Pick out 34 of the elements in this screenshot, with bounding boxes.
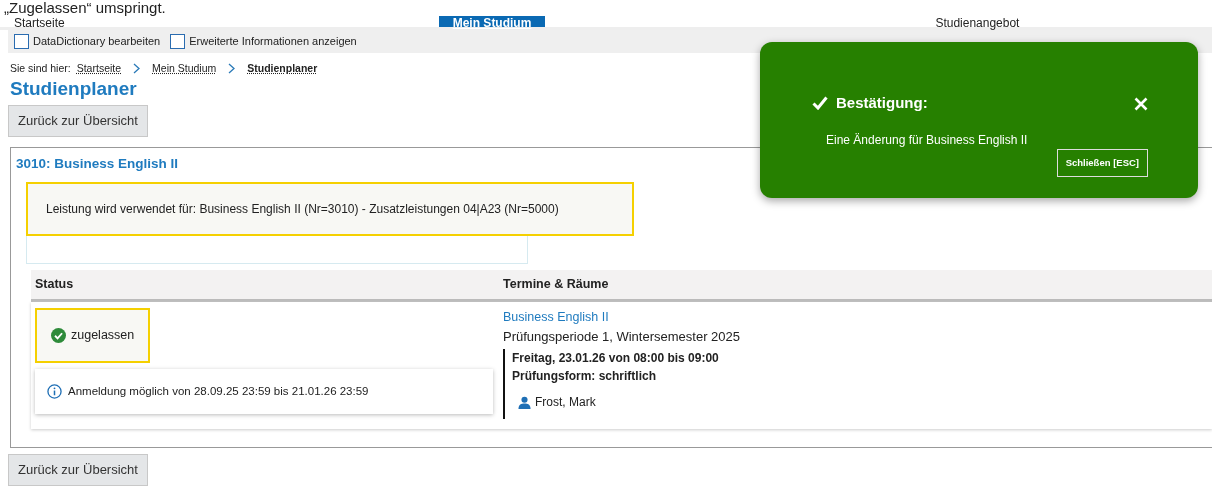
- breadcrumb-link[interactable]: Mein Studium: [152, 60, 217, 77]
- status-label: zugelassen: [71, 326, 135, 344]
- caption-text: „Zugelassen“ umspringt.: [3, 0, 167, 16]
- column-header: Termine & Räume: [502, 275, 610, 293]
- checkbox-label: DataDictionary bearbeiten: [33, 34, 161, 49]
- exam-date: Freitag, 23.01.26 von 08:00 bis 09:00: [512, 350, 720, 368]
- close-button[interactable]: Schließen [ESC]: [1056, 148, 1148, 177]
- info-text: Anmeldung möglich von 28.09.25 23:59 bis 21.01.26 23:59: [68, 383, 369, 399]
- toast-message: Eine Änderung für Business English II: [826, 131, 1029, 149]
- module-title: 3010: Business English II: [16, 154, 179, 173]
- info-icon: [47, 383, 62, 399]
- checkbox[interactable]: [14, 33, 29, 49]
- checkbox[interactable]: [170, 33, 186, 49]
- chevron-right-icon: [228, 62, 236, 74]
- checkbox-label: Erweiterte Informationen anzeigen: [189, 34, 357, 49]
- usage-note: Leistung wird verwendet für: Business English II (Nr=3010) - Zusatzleistungen 04|A23 (Nr=5000): [26, 181, 634, 236]
- breadcrumb-label: Sie sind hier:: [10, 60, 71, 76]
- exam-period: Prüfungsperiode 1, Wintersemester 2025: [503, 327, 741, 346]
- person-icon: [518, 395, 531, 409]
- column-header: Status: [34, 275, 75, 293]
- nav-link[interactable]: Startseite: [0, 16, 79, 27]
- nav-link[interactable]: Mein Studium: [438, 16, 546, 27]
- course-link[interactable]: Business English II: [503, 307, 1212, 327]
- page-title: Studienplaner: [9, 77, 138, 102]
- chevron-right-icon: [133, 62, 141, 74]
- breadcrumb-link[interactable]: Studienplaner: [247, 60, 318, 77]
- checkmark-icon: [812, 96, 828, 111]
- back-button[interactable]: Zurück zur Übersicht: [8, 454, 148, 486]
- check-circle-icon: [51, 327, 66, 343]
- breadcrumb-link[interactable]: Startseite: [76, 60, 122, 77]
- back-button[interactable]: Zurück zur Übersicht: [8, 105, 148, 137]
- exam-form: Prüfungsform: schriftlich: [512, 368, 657, 386]
- examiner-name: Frost, Mark: [535, 394, 596, 412]
- toast-title: Bestätigung:: [836, 93, 928, 113]
